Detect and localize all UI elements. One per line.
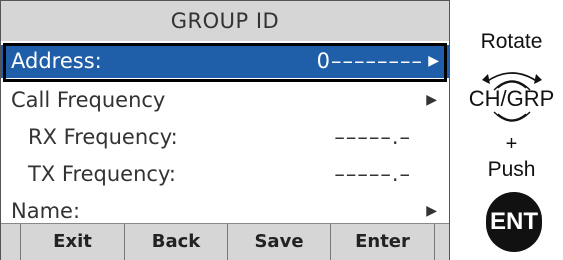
menu-item-rx-frequency[interactable]: RX Frequency: –––––.– <box>1 119 449 156</box>
softkey-bar: Exit Back Save Enter <box>1 223 449 260</box>
push-label: Push <box>487 158 536 181</box>
menu-item-value: 0–––––––– <box>316 49 423 73</box>
arrow-right-icon: ▶ <box>428 53 439 69</box>
menu-item-label: Call Frequency <box>11 88 166 112</box>
save-softkey[interactable]: Save <box>228 224 331 260</box>
menu-item-label: TX Frequency: <box>28 162 176 186</box>
menu-item-label: Address: <box>11 49 102 73</box>
screen-title: GROUP ID <box>1 1 449 41</box>
exit-softkey[interactable]: Exit <box>21 224 125 260</box>
dial-label: CH/GRP <box>468 86 555 111</box>
softkey-spacer-left <box>1 224 21 260</box>
arrow-right-icon: ▶ <box>426 92 437 108</box>
back-softkey[interactable]: Back <box>125 224 228 260</box>
enter-softkey[interactable]: Enter <box>331 224 435 260</box>
menu-item-tx-frequency[interactable]: TX Frequency: –––––.– <box>1 156 449 193</box>
ent-button[interactable]: ENT <box>486 192 542 252</box>
rotate-label: Rotate <box>480 30 543 53</box>
menu-item-call-frequency[interactable]: Call Frequency ▶ <box>1 82 449 119</box>
menu-item-label: RX Frequency: <box>28 125 178 149</box>
menu-list: Address: 0–––––––– ▶ Call Frequency ▶ RX… <box>1 45 449 230</box>
softkey-spacer-right <box>435 224 449 260</box>
lcd-screen: GROUP ID Address: 0–––––––– ▶ Call Frequ… <box>0 0 450 260</box>
menu-item-address[interactable]: Address: 0–––––––– ▶ <box>1 45 449 78</box>
plus-label: + <box>505 133 518 155</box>
menu-item-value: –––––.– <box>334 162 411 186</box>
control-instructions: Rotate CH/GRP + Push ENT <box>460 0 563 260</box>
menu-item-value: –––––.– <box>334 125 411 149</box>
